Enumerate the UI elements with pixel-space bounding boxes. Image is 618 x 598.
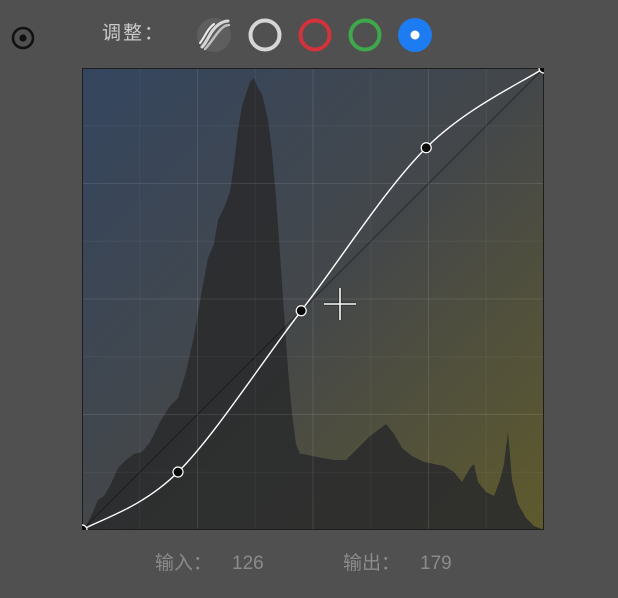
targeted-adjustment-icon[interactable] (10, 25, 36, 51)
curve-control-point[interactable] (420, 142, 432, 154)
input-value: 126 (232, 553, 264, 574)
input-readout: 输入： 126 (155, 548, 264, 575)
output-readout: 输出： 179 (343, 548, 452, 575)
curve-control-point[interactable] (295, 305, 307, 317)
input-label: 输入： (155, 552, 213, 574)
rgb-channel-icon[interactable] (247, 17, 283, 53)
tone-curve-panel: 调整： 输入： 126 输出： 179 (0, 0, 618, 598)
green-channel-icon[interactable] (347, 17, 383, 53)
red-channel-icon[interactable] (297, 17, 333, 53)
parametric-curve-icon[interactable] (196, 17, 232, 53)
tone-curve-graph[interactable] (76, 62, 550, 536)
blue-channel-icon[interactable] (397, 17, 433, 53)
adjust-label: 调整： (102, 22, 166, 44)
output-label: 输出： (343, 552, 401, 574)
curve-control-point[interactable] (172, 466, 184, 478)
output-value: 179 (420, 553, 452, 574)
